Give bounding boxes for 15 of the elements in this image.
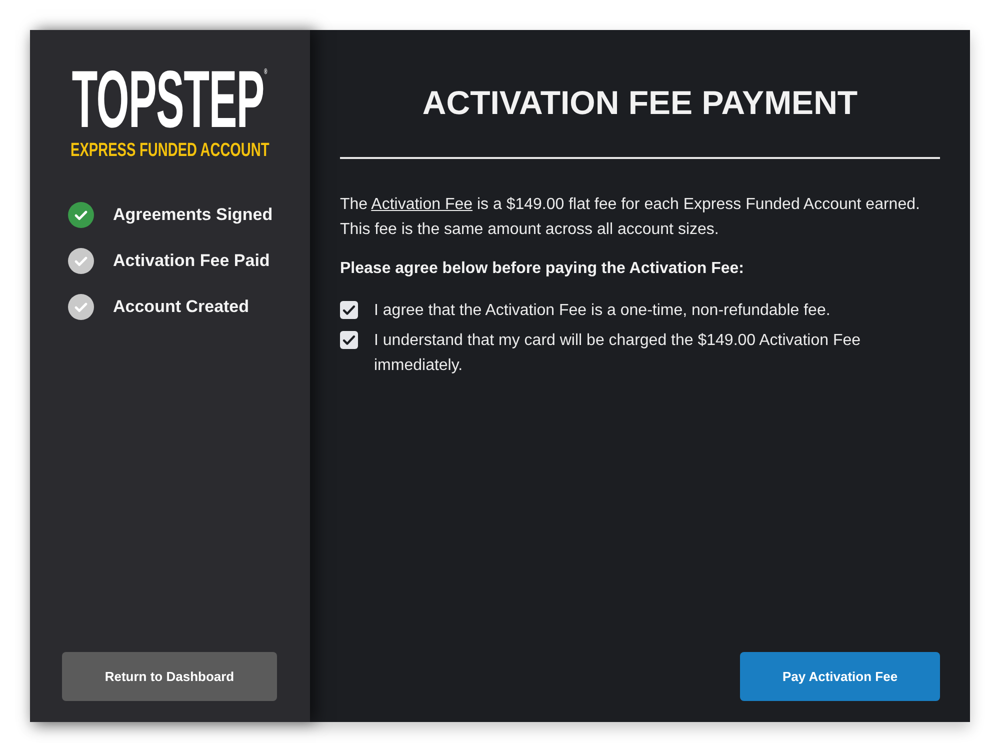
agree-prompt: Please agree below before paying the Activation Fee:: [340, 259, 745, 279]
checkbox[interactable]: [340, 331, 358, 349]
checkbox-label: I understand that my card will be charged the $149.00 Activation Fee immediately.: [374, 331, 862, 376]
logo-tagline: EXPRESS FUNDED ACCOUNT: [70, 140, 269, 160]
step-label: Account Created: [113, 296, 250, 317]
pay-activation-fee-button[interactable]: Pay Activation Fee: [740, 652, 940, 701]
page-title: ACTIVATION FEE PAYMENT: [421, 83, 859, 123]
step-label: Activation Fee Paid: [113, 250, 270, 271]
intro-paragraph: The Activation Fee is a $149.00 flat fee for each Express Funded Account earned. This fee is the same amount across all account sizes.: [340, 195, 921, 240]
checkbox[interactable]: [340, 301, 358, 319]
checkbox-label: I agree that the Activation Fee is a one-time, non-refundable fee.: [374, 301, 830, 321]
step-label: Agreements Signed: [113, 204, 273, 225]
activation-fee-link[interactable]: Activation Fee: [371, 196, 473, 213]
return-to-dashboard-button[interactable]: Return to Dashboard: [62, 652, 277, 701]
logo-wordmark: TOPSTEP$^{®}$: [72, 70, 267, 131]
